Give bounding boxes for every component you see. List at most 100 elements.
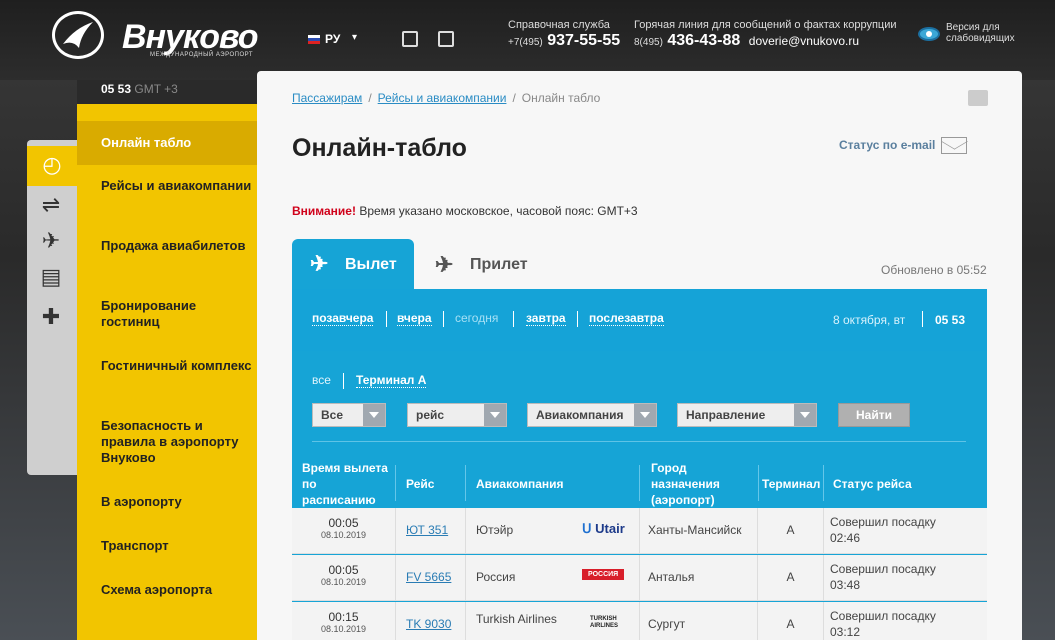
cell-airline: Ютэйр ᑌ Utair — [466, 508, 640, 554]
select-direction-value: Направление — [686, 408, 766, 422]
envelope-icon[interactable] — [941, 137, 967, 154]
cell-flight: ЮТ 351 — [396, 508, 466, 554]
help-label: Справочная служба — [508, 19, 610, 31]
table-header: Время вылета по расписанию Рейс Авиакомп… — [292, 459, 987, 508]
cell-destination: Сургут — [640, 602, 758, 640]
day-tomorrow[interactable]: завтра — [526, 311, 566, 326]
header-airline: Авиакомпания — [476, 476, 564, 491]
sidebar-item-in-airport[interactable]: В аэропорту — [77, 494, 257, 510]
chevron-down-icon[interactable]: ▾ — [352, 32, 357, 43]
filter-separator — [343, 373, 344, 389]
logo-bird-icon[interactable] — [52, 11, 104, 59]
table-row[interactable]: 00:05 08.10.2019 FV 5665 Россия РОССИЯ А… — [292, 555, 987, 601]
select-airline[interactable]: Авиакомпания — [527, 403, 657, 427]
header-separator — [639, 465, 640, 501]
luggage-icon[interactable]: ▤ — [36, 264, 66, 290]
main-content: Пассажирам / Рейсы и авиакомпании / Онлайн т… — [257, 71, 1022, 640]
hotline-email[interactable]: doverie@vnukovo.ru — [749, 34, 859, 48]
header-separator — [758, 465, 759, 501]
sidebar-item-tickets[interactable]: Продажа авиабилетов — [77, 238, 257, 254]
day-separator — [443, 311, 444, 327]
day-yesterday[interactable]: вчера — [397, 311, 432, 326]
breadcrumb-passengers[interactable]: Пассажирам — [292, 91, 362, 105]
header-status: Статус рейса — [833, 476, 912, 491]
select-all[interactable]: Все — [312, 403, 386, 427]
destination-name: Ханты-Мансийск — [648, 523, 742, 537]
airline-name: Россия — [476, 570, 516, 584]
accessibility-line1: Версия для — [946, 22, 1000, 33]
first-aid-icon[interactable]: ✚ — [36, 304, 66, 330]
table-row[interactable]: 00:15 08.10.2019 TK 9030 Turkish Airline… — [292, 602, 987, 640]
sidebar-item-flights[interactable]: Рейсы и авиакомпании — [77, 178, 257, 194]
print-icon[interactable] — [968, 90, 988, 106]
header-terminal: Терминал — [762, 476, 821, 491]
email-status-link[interactable]: Статус по e-mail — [839, 138, 935, 152]
status-text: Совершил посадку — [830, 515, 936, 529]
bird-icon[interactable]: ✈ — [36, 228, 66, 254]
day-before-yesterday[interactable]: позавчера — [312, 311, 374, 326]
utair-logo-text: Utair — [595, 521, 625, 536]
status-time: 02:46 — [830, 531, 861, 545]
scheduled-time: 00:15 — [328, 610, 359, 624]
day-separator — [513, 311, 514, 327]
select-direction[interactable]: Направление — [677, 403, 817, 427]
clock-icon[interactable]: ◴ — [27, 146, 77, 186]
day-selector: позавчера вчера сегодня завтра послезавт… — [292, 289, 987, 351]
sidebar-item-airport-map[interactable]: Схема аэропорта — [77, 582, 257, 598]
turkish-airlines-logo: TURKISH AIRLINES — [590, 616, 619, 629]
rossiya-logo: РОССИЯ — [582, 569, 625, 580]
airline-name: Turkish Airlines — [476, 612, 557, 626]
cell-status: Совершил посадку 03:48 — [824, 555, 987, 601]
accessibility-link[interactable]: Версия для слабовидящих — [946, 22, 1015, 44]
clock-time: 05 53 — [101, 82, 132, 96]
qr-icon[interactable] — [438, 31, 454, 47]
hotline-number: 436-43-88 — [667, 32, 741, 49]
chevron-down-icon — [794, 404, 816, 426]
language-selector[interactable]: РУ — [308, 32, 340, 46]
handshake-icon[interactable]: ⇌ — [36, 192, 66, 218]
arrival-plane-icon: ✈ — [435, 252, 454, 277]
header-flight: Рейс — [406, 476, 435, 491]
day-after-tomorrow[interactable]: послезавтра — [589, 311, 664, 326]
tab-arrival[interactable]: ✈ Прилет — [435, 252, 528, 277]
filter-all[interactable]: все — [312, 373, 331, 387]
table-row[interactable]: 00:05 08.10.2019 ЮТ 351 Ютэйр ᑌ Utair Ха… — [292, 508, 987, 554]
eye-icon[interactable] — [918, 27, 940, 41]
divider — [312, 441, 966, 442]
help-phone[interactable]: +7(495) 937-55-55 — [508, 32, 620, 50]
terminal-value: А — [758, 602, 824, 640]
photo-icon[interactable] — [402, 31, 418, 47]
tab-departure[interactable]: ✈ Вылет — [292, 239, 414, 289]
sidebar-item-hotel-complex[interactable]: Гостиничный комплекс — [77, 358, 257, 374]
airline-name: Ютэйр — [476, 523, 514, 537]
find-button[interactable]: Найти — [838, 403, 910, 427]
sidebar-item-online-board[interactable]: Онлайн табло — [77, 121, 257, 165]
sidebar-item-security[interactable]: Безопасность и правила в аэропорту Внуко… — [77, 418, 253, 466]
select-flight[interactable]: рейс — [407, 403, 507, 427]
flight-number-link[interactable]: FV 5665 — [406, 570, 451, 584]
filter-terminal-a[interactable]: Терминал А — [356, 373, 427, 388]
status-time: 03:48 — [830, 578, 861, 592]
flight-number-link[interactable]: TK 9030 — [406, 617, 451, 631]
help-phone-code: +7(495) — [508, 37, 543, 48]
clock: 05 53 GMT +3 — [77, 80, 257, 104]
status-text: Совершил посадку — [830, 562, 936, 576]
sidebar-item-hotels-booking[interactable]: Бронирование гостиниц — [77, 298, 257, 330]
day-today[interactable]: сегодня — [455, 311, 498, 325]
departure-plane-icon: ✈ — [310, 251, 329, 276]
cell-airline: Turkish Airlines TURKISH AIRLINES — [466, 602, 640, 640]
select-all-value: Все — [321, 408, 344, 422]
hotline-phone[interactable]: 8(495) 436-43-88 doverie@vnukovo.ru — [634, 32, 859, 50]
site-header: Внуково МЕЖДУНАРОДНЫЙ АЭРОПОРТ РУ ▾ Спра… — [0, 0, 1055, 80]
sidebar-item-transport[interactable]: Транспорт — [77, 538, 257, 554]
warning-text: Время указано московское, часовой пояс: … — [355, 204, 638, 218]
breadcrumb-current: Онлайн табло — [521, 91, 601, 105]
flight-board: позавчера вчера сегодня завтра послезавт… — [292, 289, 987, 640]
select-flight-value: рейс — [416, 408, 445, 422]
scheduled-date: 08.10.2019 — [320, 530, 367, 540]
clock-gmt: GMT +3 — [134, 82, 178, 96]
breadcrumb: Пассажирам / Рейсы и авиакомпании / Онлайн т… — [292, 91, 600, 105]
flight-number-link[interactable]: ЮТ 351 — [406, 523, 448, 537]
chevron-down-icon — [484, 404, 506, 426]
breadcrumb-flights[interactable]: Рейсы и авиакомпании — [378, 91, 507, 105]
